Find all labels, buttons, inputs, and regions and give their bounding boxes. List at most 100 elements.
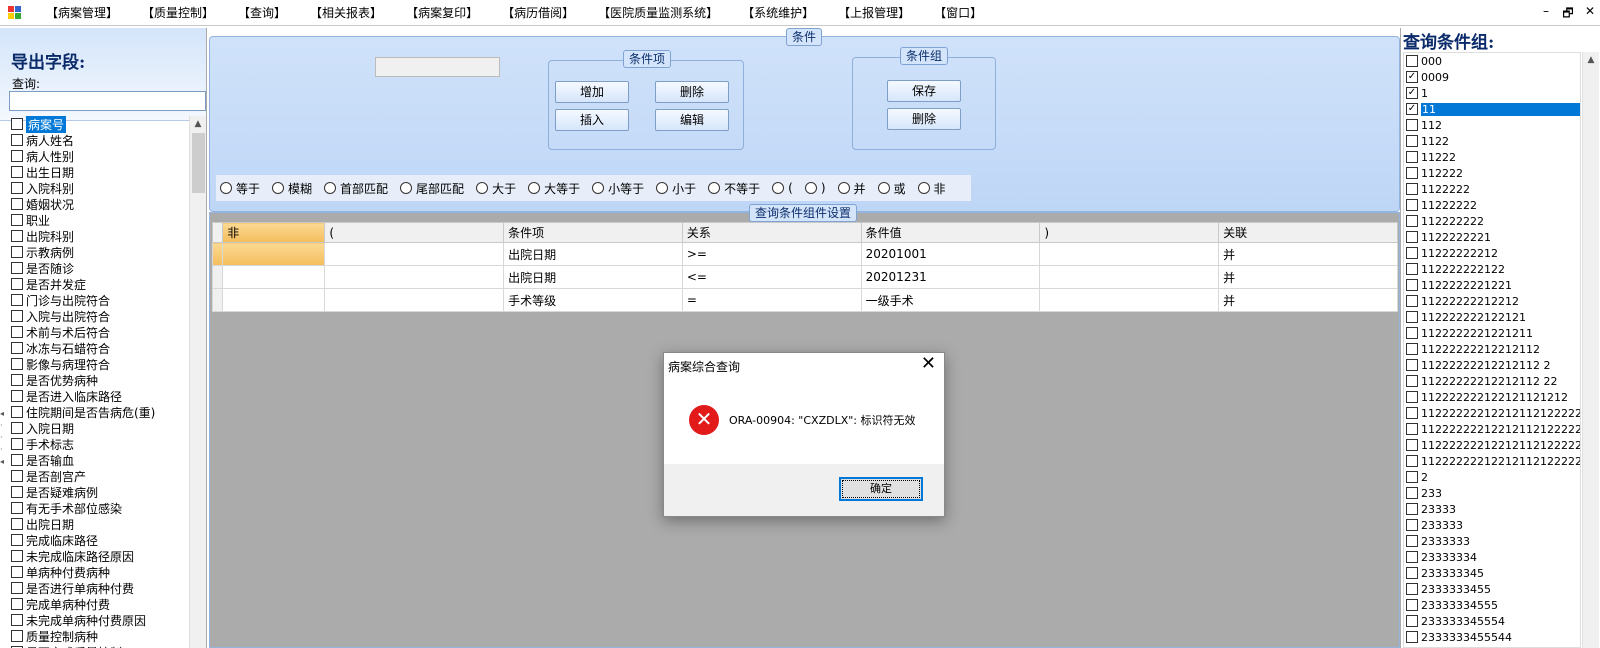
- grid-cell[interactable]: [1039, 288, 1220, 312]
- checkbox[interactable]: [1406, 455, 1418, 467]
- query-group-item[interactable]: 000: [1404, 53, 1580, 69]
- checkbox[interactable]: [11, 390, 23, 402]
- query-group-item[interactable]: ✓ 1: [1404, 85, 1580, 101]
- menu-item[interactable]: 【上报管理】: [826, 0, 922, 26]
- scroll-up-icon[interactable]: ▲: [190, 116, 206, 133]
- checkbox[interactable]: [1406, 487, 1418, 499]
- checkbox[interactable]: [11, 518, 23, 530]
- query-group-item[interactable]: 11222222: [1404, 197, 1580, 213]
- field-list-item[interactable]: 入院科别: [9, 180, 189, 196]
- field-list-item[interactable]: 未完成单病种付费原因: [9, 612, 189, 628]
- checkbox[interactable]: [11, 470, 23, 482]
- operator-radio[interactable]: 小于: [656, 180, 696, 197]
- table-row[interactable]: 手术等级 = 一级手术 并: [211, 288, 1398, 312]
- grid-cell[interactable]: [324, 242, 505, 266]
- insert-button[interactable]: 插入: [555, 109, 629, 131]
- query-group-item[interactable]: 112222222122121121212: [1404, 389, 1580, 405]
- checkbox[interactable]: [1406, 199, 1418, 211]
- checkbox[interactable]: [11, 118, 23, 130]
- menu-item[interactable]: 【病案复印】: [394, 0, 490, 26]
- field-list-item[interactable]: 是否剖宫产: [9, 468, 189, 484]
- checkbox[interactable]: ✓: [1406, 103, 1418, 115]
- checkbox[interactable]: [1406, 247, 1418, 259]
- field-list-item[interactable]: 出院日期: [9, 516, 189, 532]
- checkbox[interactable]: [1406, 231, 1418, 243]
- field-list-item[interactable]: 病人性别: [9, 148, 189, 164]
- checkbox[interactable]: [11, 406, 23, 418]
- operator-radio[interactable]: 等于: [220, 180, 260, 197]
- grid-cell[interactable]: 20201001: [860, 242, 1041, 266]
- radio-button[interactable]: [400, 182, 413, 194]
- checkbox[interactable]: [11, 214, 23, 226]
- query-group-item[interactable]: 233333345554: [1404, 613, 1580, 629]
- checkbox[interactable]: [11, 342, 23, 354]
- query-group-item[interactable]: 2333333: [1404, 533, 1580, 549]
- checkbox[interactable]: [11, 486, 23, 498]
- query-group-item[interactable]: 11222222212212112: [1404, 341, 1580, 357]
- field-list-item[interactable]: 有无手术部位感染: [9, 500, 189, 516]
- query-group-item[interactable]: 11222222212212112122222222: [1404, 453, 1580, 469]
- grid-column-header[interactable]: 条件项: [503, 222, 683, 243]
- radio-button[interactable]: [592, 182, 605, 194]
- grid-cell[interactable]: <=: [681, 265, 862, 289]
- checkbox[interactable]: [1406, 599, 1418, 611]
- query-group-item[interactable]: 233: [1404, 485, 1580, 501]
- query-group-item[interactable]: ✓ 11: [1404, 101, 1580, 117]
- operator-radio[interactable]: 并: [837, 180, 866, 197]
- checkbox[interactable]: [11, 550, 23, 562]
- query-group-item[interactable]: 1122222221: [1404, 229, 1580, 245]
- radio-button[interactable]: [917, 182, 930, 194]
- checkbox[interactable]: [1406, 295, 1418, 307]
- grid-column-header[interactable]: 非: [222, 222, 326, 243]
- operator-radio[interactable]: 尾部匹配: [400, 180, 464, 197]
- checkbox[interactable]: [1406, 375, 1418, 387]
- operator-radio[interactable]: ): [804, 181, 826, 195]
- query-group-item[interactable]: 1122222221221211: [1404, 325, 1580, 341]
- field-list-item[interactable]: 病人姓名: [9, 132, 189, 148]
- checkbox[interactable]: [1406, 567, 1418, 579]
- checkbox[interactable]: [1406, 327, 1418, 339]
- grid-column-header[interactable]: (: [324, 222, 505, 243]
- checkbox[interactable]: [1406, 215, 1418, 227]
- checkbox[interactable]: [11, 374, 23, 386]
- field-list-item[interactable]: 影像与病理符合: [9, 356, 189, 372]
- field-list-item[interactable]: 质量控制病种: [9, 628, 189, 644]
- field-list-item[interactable]: 是否并发症: [9, 276, 189, 292]
- checkbox[interactable]: [1406, 519, 1418, 531]
- menu-item[interactable]: 【窗口】: [922, 0, 994, 26]
- checkbox[interactable]: ✓: [1406, 87, 1418, 99]
- menu-item[interactable]: 【相关报表】: [298, 0, 394, 26]
- field-list-item[interactable]: 是否随诊: [9, 260, 189, 276]
- grid-cell[interactable]: [324, 288, 505, 312]
- field-list-item[interactable]: 入院与出院符合: [9, 308, 189, 324]
- query-group-item[interactable]: 23333334: [1404, 549, 1580, 565]
- checkbox[interactable]: [1406, 583, 1418, 595]
- query-group-item[interactable]: 112222222122121121222222: [1404, 421, 1580, 437]
- query-group-item[interactable]: 233333: [1404, 517, 1580, 533]
- checkbox[interactable]: [11, 310, 23, 322]
- checkbox[interactable]: [1406, 263, 1418, 275]
- operator-radio[interactable]: (: [772, 181, 793, 195]
- checkbox[interactable]: [11, 246, 23, 258]
- query-group-item[interactable]: 2: [1404, 469, 1580, 485]
- grid-cell[interactable]: [1039, 265, 1220, 289]
- checkbox[interactable]: [1406, 119, 1418, 131]
- group-list-scrollbar[interactable]: ▲: [1582, 52, 1599, 648]
- checkbox[interactable]: [11, 294, 23, 306]
- grid-cell[interactable]: >=: [681, 242, 862, 266]
- grid-cell[interactable]: =: [681, 288, 862, 312]
- grid-cell[interactable]: 并: [1218, 242, 1398, 266]
- field-list-item[interactable]: 是否进入临床路径: [9, 388, 189, 404]
- grid-cell[interactable]: 手术等级: [503, 288, 683, 312]
- query-group-item[interactable]: 11222222212212112 22: [1404, 373, 1580, 389]
- checkbox[interactable]: [1406, 167, 1418, 179]
- menu-item[interactable]: 【病历借阅】: [490, 0, 586, 26]
- checkbox[interactable]: [1406, 311, 1418, 323]
- checkbox[interactable]: [11, 278, 23, 290]
- checkbox[interactable]: [11, 358, 23, 370]
- grid-cell[interactable]: 出院日期: [503, 242, 683, 266]
- checkbox[interactable]: [11, 582, 23, 594]
- checkbox[interactable]: [11, 598, 23, 610]
- query-group-item[interactable]: 112222222122: [1404, 261, 1580, 277]
- operator-radio[interactable]: 模糊: [272, 180, 312, 197]
